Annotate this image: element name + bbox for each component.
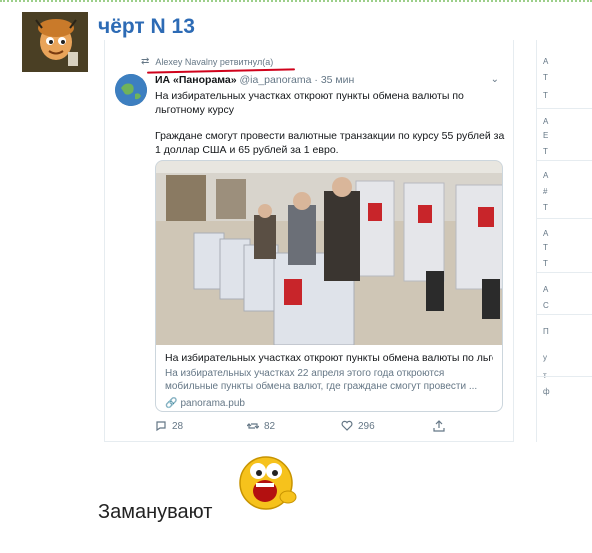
tweet-header: ИА «Панорама» @ia_panorama · 35 мин (155, 74, 354, 86)
tweet-time[interactable]: 35 мин (321, 74, 354, 86)
retweet-button[interactable]: 82 (247, 420, 275, 432)
sidebar-fragment: Т (543, 73, 548, 82)
like-button[interactable]: 296 (341, 420, 375, 432)
tweet-meta-separator: · (311, 74, 321, 86)
tweet-text-headline: На избирательных участках откроют пункты… (155, 90, 464, 116)
share-icon (433, 420, 445, 432)
sidebar-fragment: # (543, 187, 548, 196)
tweet-author-name[interactable]: ИА «Панорама» (155, 74, 237, 86)
card-title[interactable]: На избирательных участках откроют пункты… (165, 351, 493, 365)
sidebar-divider (537, 314, 592, 315)
sidebar-fragment: Т (543, 243, 548, 252)
retweet-header: ⇄ Alexey Navalny ретвитнул(а) (141, 56, 273, 67)
tweet-screenshot: ⇄ Alexey Navalny ретвитнул(а) ИА «Панора… (104, 40, 514, 442)
like-count: 296 (358, 420, 375, 432)
reply-count: 28 (172, 420, 184, 432)
tweet-author-avatar[interactable] (115, 74, 147, 106)
tweet-author-handle[interactable]: @ia_panorama (240, 74, 312, 86)
post-caption: Заманувают (98, 501, 213, 523)
sidebar-divider (537, 272, 592, 273)
sidebar-fragment: у (543, 353, 547, 362)
sidebar-fragment: А (543, 171, 549, 180)
retweet-label[interactable]: Alexey Navalny ретвитнул(а) (155, 57, 273, 67)
sidebar-fragment: Т (543, 259, 548, 268)
cropped-sidebar: АТТАЕТА#ТАТТАСПутф (536, 40, 592, 442)
sidebar-fragment: С (543, 301, 549, 310)
sidebar-fragment: П (543, 327, 549, 336)
tweet-actions: 28 82 296 (155, 420, 455, 434)
user-avatar[interactable] (22, 12, 88, 72)
sidebar-fragment: Т (543, 91, 548, 100)
link-preview-card[interactable]: На избирательных участках откроют пункты… (155, 160, 503, 412)
retweet-count: 82 (264, 420, 276, 432)
smiley-emoticon (239, 456, 297, 510)
sidebar-divider (537, 376, 592, 377)
card-domain[interactable]: 🔗 panorama.pub (165, 398, 493, 409)
polling-station-photo (156, 161, 502, 345)
sidebar-fragment: Т (543, 147, 548, 156)
card-domain-text: panorama.pub (180, 398, 245, 409)
top-dotted-border (0, 0, 592, 3)
sidebar-fragment: ф (543, 387, 550, 396)
like-icon (341, 420, 353, 431)
sidebar-divider (537, 160, 592, 161)
reply-button[interactable]: 28 (155, 420, 183, 432)
sidebar-fragment: А (543, 57, 549, 66)
retweet-icon (247, 423, 259, 429)
sidebar-divider (537, 108, 592, 109)
sidebar-divider (537, 218, 592, 219)
reply-icon (156, 421, 166, 432)
share-button[interactable] (433, 420, 445, 432)
sidebar-fragment: Е (543, 131, 549, 140)
sidebar-fragment: Т (543, 203, 548, 212)
post-username[interactable]: чёрт N 13 (98, 15, 195, 39)
retweet-icon: ⇄ (141, 56, 150, 67)
sidebar-fragment: А (543, 117, 549, 126)
chevron-down-icon[interactable]: ⌄ (491, 74, 499, 85)
sidebar-fragment: А (543, 229, 549, 238)
link-icon: 🔗 (165, 398, 178, 409)
tweet-text-body: Граждане смогут провести валютные транза… (155, 130, 505, 156)
red-underline-annotation (146, 68, 296, 74)
card-description: На избирательных участках 22 апреля этог… (165, 368, 478, 392)
sidebar-fragment: А (543, 285, 549, 294)
